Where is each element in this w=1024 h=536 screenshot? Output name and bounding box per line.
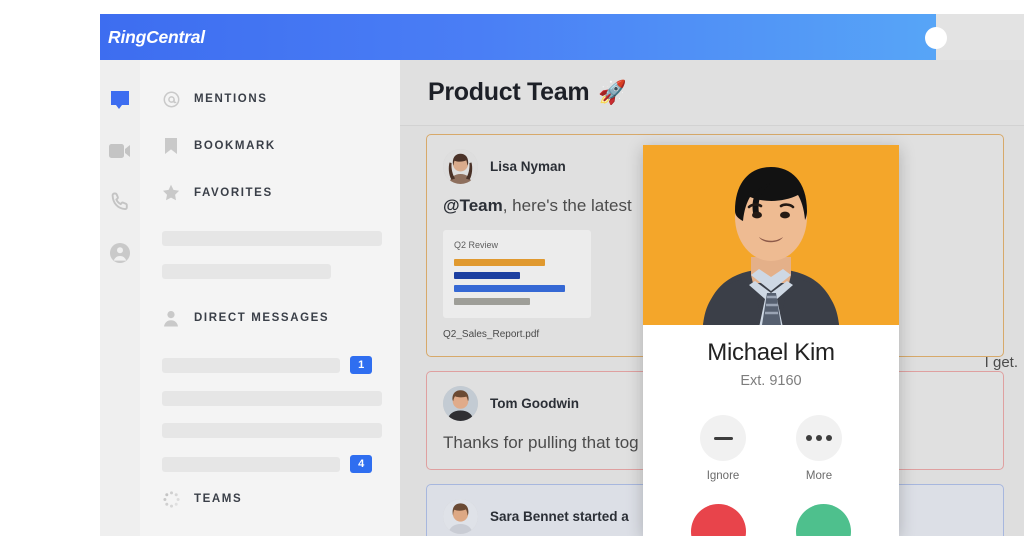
sidebar-item-bookmark[interactable]: BOOKMARK <box>162 137 382 155</box>
list-item[interactable] <box>162 391 382 406</box>
video-icon[interactable] <box>108 139 132 163</box>
rocket-icon: 🚀 <box>598 79 627 105</box>
dm-placeholder <box>162 423 382 438</box>
star-icon <box>162 184 180 202</box>
more-label: More <box>805 470 833 482</box>
dm-placeholder <box>162 391 382 406</box>
app-brand-bar: RingCentral <box>100 14 947 60</box>
teams-spinner-icon <box>162 490 180 508</box>
list-item[interactable] <box>162 423 382 438</box>
incoming-call-popup: Michael Kim Ext. 9160 Ignore More <box>643 145 899 536</box>
chart-bar-3 <box>454 298 530 305</box>
sidebar-item-label: MENTIONS <box>194 93 268 105</box>
avatar <box>443 386 478 421</box>
screenshot-root: RingCentral MENTIONS BOOKMARK FAVORITES … <box>0 0 1024 536</box>
message-icon[interactable] <box>108 88 132 112</box>
brand-bar-notch <box>925 27 947 49</box>
chart-bar-1 <box>454 272 520 279</box>
mention-token[interactable]: @Team <box>443 196 503 215</box>
sidebar-item-label: FAVORITES <box>194 187 273 199</box>
minus-icon <box>700 415 746 461</box>
primary-icon-rail <box>100 60 140 536</box>
unread-badge: 1 <box>350 356 373 374</box>
secondary-sidebar: MENTIONS BOOKMARK FAVORITES DIRECT MESSA… <box>140 60 400 536</box>
sidebar-item-label: TEAMS <box>194 493 243 505</box>
bookmark-icon <box>162 137 180 155</box>
attachment-preview[interactable]: Q2 Review <box>443 230 591 318</box>
sidebar-item-label: BOOKMARK <box>194 140 276 152</box>
caller-extension: Ext. 9160 <box>740 373 802 389</box>
message-text: , here's the latest <box>502 196 632 215</box>
avatar <box>443 499 478 534</box>
sidebar-item-label: DIRECT MESSAGES <box>194 312 330 324</box>
unread-badge: 4 <box>350 455 373 473</box>
call-secondary-actions: Ignore More <box>643 415 899 482</box>
message-author: Tom Goodwin <box>490 396 579 411</box>
dm-placeholder <box>162 357 341 373</box>
chart-bar-0 <box>454 259 545 266</box>
caller-name: Michael Kim <box>707 339 835 366</box>
caller-photo <box>643 145 899 325</box>
chart-bar-2 <box>454 285 565 292</box>
list-item[interactable] <box>162 264 332 279</box>
more-button[interactable]: More <box>796 415 842 482</box>
list-item[interactable] <box>162 231 382 246</box>
call-primary-actions <box>643 504 899 536</box>
phone-icon[interactable] <box>108 190 132 214</box>
list-item[interactable]: 1 <box>162 356 382 374</box>
list-item[interactable]: 4 <box>162 455 382 473</box>
page-title: Product Team <box>428 78 590 106</box>
caller-info: Michael Kim Ext. 9160 <box>643 325 899 389</box>
ringcentral-logo: RingCentral <box>108 26 205 47</box>
sidebar-item-direct-messages[interactable]: DIRECT MESSAGES <box>162 309 382 327</box>
accept-call-button[interactable] <box>796 504 851 536</box>
ellipsis-icon <box>796 415 842 461</box>
chart-title: Q2 Review <box>454 240 499 250</box>
dm-placeholder <box>162 456 341 472</box>
message-overflow-text: I get. <box>984 354 1018 371</box>
person-icon <box>162 309 180 327</box>
contacts-icon[interactable] <box>108 241 132 265</box>
sidebar-item-teams[interactable]: TEAMS <box>162 490 382 508</box>
sidebar-item-mentions[interactable]: MENTIONS <box>162 90 382 108</box>
message-author: Sara Bennet started a <box>490 509 629 524</box>
at-icon <box>162 90 180 108</box>
conversation-header: Product Team 🚀 <box>400 60 1024 126</box>
message-author: Lisa Nyman <box>490 159 566 174</box>
sidebar-item-favorites[interactable]: FAVORITES <box>162 184 382 202</box>
ignore-button[interactable]: Ignore <box>700 415 746 482</box>
avatar <box>443 149 478 184</box>
ignore-label: Ignore <box>706 470 740 482</box>
decline-call-button[interactable] <box>691 504 746 536</box>
